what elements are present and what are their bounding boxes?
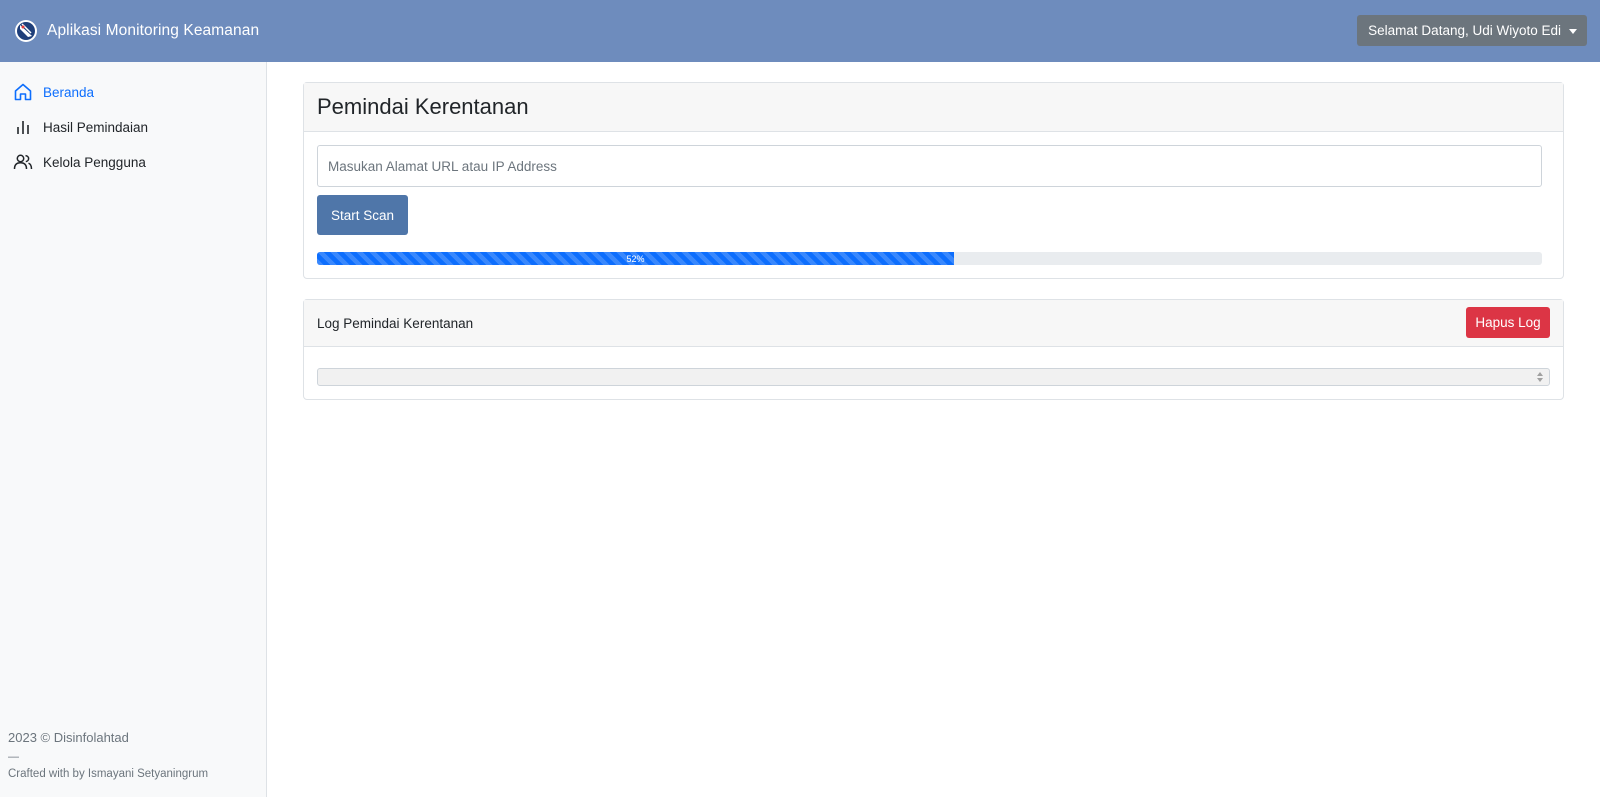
scroll-up-icon bbox=[1537, 372, 1543, 376]
progress-label: 52% bbox=[626, 253, 645, 264]
scanner-card: Pemindai Kerentanan Start Scan 52% bbox=[303, 82, 1564, 279]
sidebar-item-hasil-pemindaian[interactable]: Hasil Pemindaian bbox=[13, 117, 148, 137]
scan-progress-bar: 52% bbox=[317, 252, 954, 265]
satellite-dish-icon bbox=[14, 19, 38, 43]
url-input[interactable] bbox=[317, 145, 1542, 187]
log-title: Log Pemindai Kerentanan bbox=[317, 315, 474, 331]
user-menu-dropdown[interactable]: Selamat Datang, Udi Wiyoto Edi bbox=[1357, 15, 1587, 46]
start-scan-button[interactable]: Start Scan bbox=[317, 195, 408, 235]
footer-divider: — bbox=[8, 751, 19, 763]
scan-progress: 52% bbox=[317, 252, 1542, 265]
caret-down-icon bbox=[1569, 28, 1577, 34]
sidebar-item-kelola-pengguna[interactable]: Kelola Pengguna bbox=[13, 152, 146, 172]
log-card: Log Pemindai Kerentanan Hapus Log bbox=[303, 299, 1564, 400]
users-icon bbox=[13, 152, 33, 172]
log-card-header: Log Pemindai Kerentanan Hapus Log bbox=[304, 300, 1563, 347]
sidebar: Beranda Hasil Pemindaian Kelola Pengguna… bbox=[0, 62, 267, 797]
footer-credit: Crafted with by Ismayani Setyaningrum bbox=[8, 768, 209, 780]
sidebar-item-label: Kelola Pengguna bbox=[43, 154, 146, 170]
log-output[interactable] bbox=[317, 368, 1550, 386]
clear-log-button[interactable]: Hapus Log bbox=[1466, 307, 1550, 338]
top-navbar: Aplikasi Monitoring Keamanan Selamat Dat… bbox=[0, 0, 1600, 62]
scanner-card-header: Pemindai Kerentanan bbox=[304, 83, 1563, 132]
sidebar-item-beranda[interactable]: Beranda bbox=[13, 82, 94, 102]
sidebar-item-label: Hasil Pemindaian bbox=[43, 119, 149, 135]
app-title: Aplikasi Monitoring Keamanan bbox=[47, 22, 260, 39]
log-scroll-spinner[interactable] bbox=[1535, 370, 1545, 384]
footer-copyright: 2023 © Disinfolahtad bbox=[8, 730, 129, 745]
scroll-down-icon bbox=[1537, 378, 1543, 382]
page-title: Pemindai Kerentanan bbox=[317, 94, 529, 119]
home-icon bbox=[13, 82, 33, 102]
bar-chart-icon bbox=[13, 117, 33, 137]
sidebar-item-label: Beranda bbox=[43, 84, 95, 100]
user-greeting: Selamat Datang, Udi Wiyoto Edi bbox=[1368, 23, 1561, 38]
brand[interactable]: Aplikasi Monitoring Keamanan bbox=[14, 19, 259, 43]
